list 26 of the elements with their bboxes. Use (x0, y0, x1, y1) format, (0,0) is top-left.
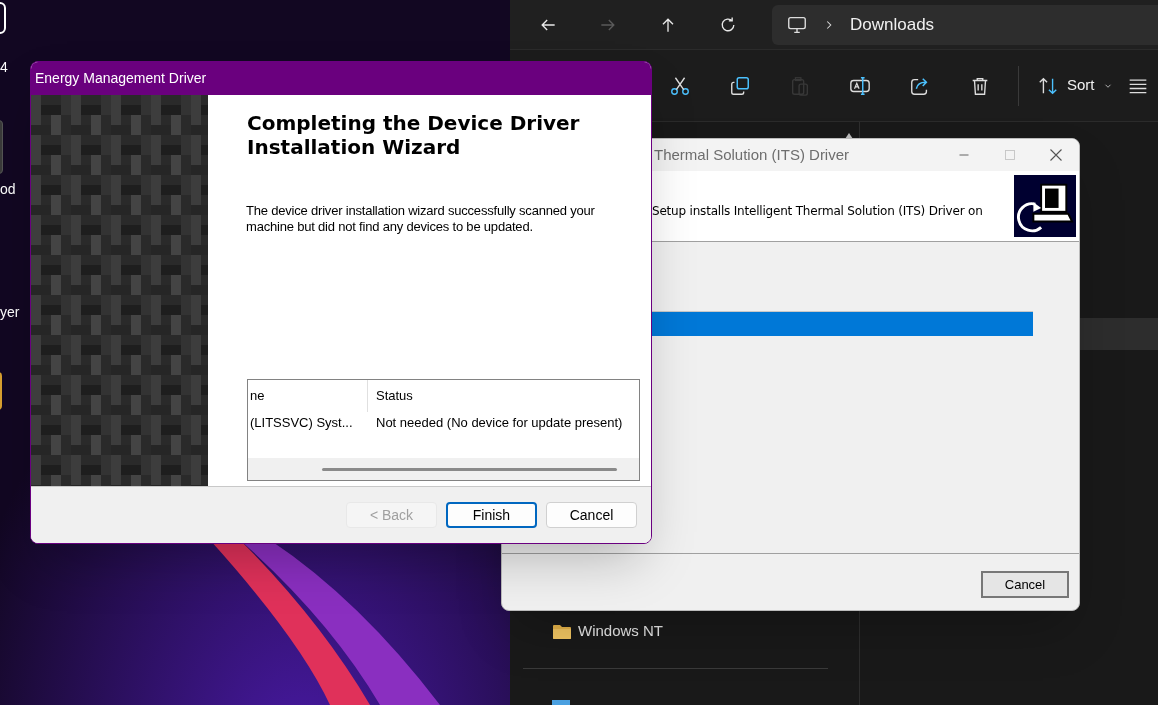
horizontal-scrollbar[interactable] (248, 458, 639, 480)
desktop-icon-label[interactable]: yer (0, 303, 20, 321)
table-cell-text: Not needed (No device for update present) (375, 414, 624, 433)
clipboard-icon (789, 74, 811, 97)
address-location[interactable]: Downloads (850, 11, 935, 38)
wizard-description: The device driver installation wizard successfully scanned your machine but did not find any devices to be updated. (246, 203, 596, 235)
rename-icon (849, 74, 871, 97)
wizard-heading: Completing the Device Driver Installation Wizard (247, 111, 581, 159)
address-bar[interactable]: Downloads (772, 4, 1158, 45)
cancel-button[interactable]: Cancel (981, 571, 1069, 598)
column-header[interactable]: ne (248, 380, 368, 412)
computer-setup-icon (1014, 174, 1076, 238)
sort-button[interactable]: Sort (1027, 65, 1123, 106)
header-text: Setup installs Intelligent Thermal Solution (ITS) Driver on (652, 203, 983, 220)
folder-item[interactable]: Windows NT (552, 620, 663, 643)
window-title: Energy Management Driver (34, 69, 207, 88)
table-cell-text: (LITSSVC) Syst... (249, 414, 354, 433)
finish-button[interactable]: Finish (446, 502, 537, 528)
copy-icon (729, 74, 751, 97)
folder-icon (552, 622, 572, 641)
scrollbar-thumb[interactable] (322, 467, 617, 471)
desktop-icon-label[interactable]: od (0, 180, 16, 198)
desktop-icon-label[interactable]: 4 (0, 58, 8, 76)
column-header[interactable]: Status (368, 380, 638, 412)
window-title: Thermal Solution (ITS) Driver (653, 144, 850, 165)
cancel-button[interactable]: Cancel (546, 502, 637, 528)
